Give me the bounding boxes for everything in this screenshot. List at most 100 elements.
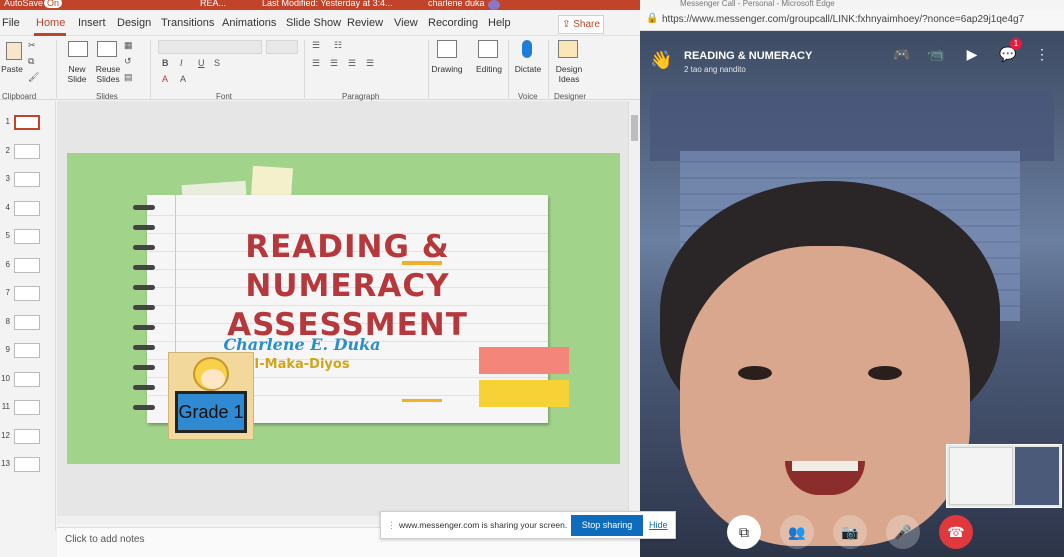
font-color-button[interactable]: A	[162, 74, 168, 84]
end-call-button[interactable]: ☎	[939, 515, 973, 549]
drawing-icon[interactable]	[437, 40, 457, 58]
slide-number: 2	[5, 145, 10, 155]
section-icon[interactable]: ▤	[124, 72, 133, 83]
edge-window-title: Messenger Call - Personal - Microsoft Ed…	[680, 0, 835, 8]
lock-icon[interactable]: 🔒	[646, 13, 658, 24]
slide-thumbnail[interactable]	[14, 115, 40, 130]
camera-icon[interactable]: 📹	[926, 44, 946, 64]
scroll-thumb[interactable]	[631, 115, 638, 141]
justify-button[interactable]: ☰	[366, 58, 374, 69]
stop-screen-share-icon[interactable]: ⧉	[727, 515, 761, 549]
share-notice-text: www.messenger.com is sharing your screen…	[399, 520, 568, 530]
reset-icon[interactable]: ↺	[124, 56, 132, 67]
tab-help[interactable]: Help	[488, 17, 511, 29]
reuse-slides-button[interactable]: Reuse Slides	[92, 64, 124, 84]
self-view-preview[interactable]	[946, 444, 1062, 508]
highlight-button[interactable]: A	[180, 74, 186, 84]
copy-icon[interactable]: ⧉	[28, 56, 34, 67]
slide-number: 4	[5, 202, 10, 212]
font-size-select[interactable]	[266, 40, 298, 54]
tab-file[interactable]: File	[2, 17, 20, 29]
slide-thumbnail[interactable]	[14, 286, 40, 301]
format-painter-icon[interactable]: 🖌	[28, 72, 39, 83]
slide-number: 9	[5, 345, 10, 354]
slide-canvas[interactable]: READING & NUMERACY ASSESSMENT Charlene E…	[67, 153, 620, 464]
tab-animations[interactable]: Animations	[222, 17, 276, 29]
hide-link[interactable]: Hide	[649, 520, 668, 530]
slide-thumbnail[interactable]	[14, 172, 40, 187]
watch-together-icon[interactable]: ▶	[962, 44, 982, 64]
tab-view[interactable]: View	[394, 17, 418, 29]
call-title: READING & NUMERACY	[684, 50, 813, 62]
autosave-label: AutoSave	[4, 0, 44, 8]
gamepad-icon[interactable]: 🎮	[892, 44, 912, 64]
microphone-icon[interactable]	[522, 40, 532, 58]
slide-thumbnail[interactable]	[14, 343, 40, 358]
tab-home[interactable]: Home	[36, 17, 65, 29]
design-ideas-icon[interactable]	[558, 40, 578, 58]
video-off-icon[interactable]: 📷	[833, 515, 867, 549]
ppt-titlebar: AutoSave On REA... Last Modified: Yester…	[0, 0, 640, 10]
reuse-slides-icon[interactable]	[97, 41, 117, 57]
group-clipboard: Clipboard	[2, 92, 37, 101]
slide-number: 7	[5, 288, 10, 297]
document-name: REA...	[200, 0, 227, 8]
design-ideas-button[interactable]: Design Ideas	[552, 64, 586, 84]
tab-insert[interactable]: Insert	[78, 17, 106, 29]
new-slide-icon[interactable]	[68, 41, 88, 57]
numbering-button[interactable]: ☷	[334, 40, 342, 51]
slide-number: 6	[5, 259, 10, 269]
cut-icon[interactable]: ✂	[28, 40, 36, 51]
editing-button[interactable]: Editing	[472, 64, 506, 74]
share-label: Share	[573, 19, 600, 30]
slide-number: 11	[1, 402, 10, 411]
slide-thumbnail[interactable]	[14, 371, 40, 387]
editing-icon[interactable]	[478, 40, 498, 58]
paste-icon[interactable]	[6, 42, 22, 60]
participant-count: 2 tao ang nandito	[684, 65, 746, 74]
stop-sharing-button[interactable]: Stop sharing	[571, 515, 643, 536]
slide-number: 5	[5, 231, 10, 240]
slide-thumbnail[interactable]	[14, 143, 40, 159]
subtitle-accent-bar	[402, 399, 442, 402]
new-slide-button[interactable]: New Slide	[62, 64, 92, 84]
share-button[interactable]: ⇪ Share	[558, 15, 604, 34]
autosave-toggle[interactable]: On	[44, 0, 63, 8]
drag-handle-icon[interactable]: ⋮	[387, 520, 396, 531]
align-left-button[interactable]: ☰	[312, 58, 320, 69]
participants-icon[interactable]: 👥	[780, 515, 814, 549]
slide-thumbnail[interactable]	[14, 229, 40, 244]
underline-button[interactable]: U	[198, 58, 205, 68]
slide-thumbnail[interactable]	[14, 200, 40, 216]
slide-title-line-1: READING &	[245, 229, 450, 265]
drawing-button[interactable]: Drawing	[430, 64, 464, 74]
slide-thumbnail[interactable]	[14, 314, 40, 330]
strikethrough-button[interactable]: S	[214, 58, 220, 68]
italic-button[interactable]: I	[180, 58, 183, 68]
tab-review[interactable]: Review	[347, 17, 383, 29]
slide-number: 12	[1, 430, 10, 440]
avatar[interactable]	[488, 0, 500, 10]
tab-design[interactable]: Design	[117, 17, 151, 29]
microphone-toggle-icon[interactable]: 🎤	[886, 515, 920, 549]
font-name-select[interactable]	[158, 40, 262, 54]
bullets-button[interactable]: ☰	[312, 40, 320, 51]
more-options-icon[interactable]: ⋮	[1032, 44, 1052, 64]
slide-thumbnail[interactable]	[14, 257, 40, 273]
layout-icon[interactable]: ▦	[124, 40, 133, 51]
slide-thumbnail[interactable]	[14, 400, 40, 415]
paste-button[interactable]: Paste	[0, 64, 24, 74]
url-text[interactable]: https://www.messenger.com/groupcall/LINK…	[662, 14, 1024, 25]
tab-slide-show[interactable]: Slide Show	[286, 17, 341, 29]
dictate-button[interactable]: Dictate	[511, 64, 545, 74]
vertical-scrollbar[interactable]	[628, 101, 640, 516]
slide-thumbnail[interactable]	[14, 457, 40, 472]
bold-button[interactable]: B	[162, 58, 169, 68]
align-right-button[interactable]: ☰	[348, 58, 356, 69]
edge-titlebar: Messenger Call - Personal - Microsoft Ed…	[640, 0, 1064, 10]
align-center-button[interactable]: ☰	[330, 58, 338, 69]
slide-thumbnail[interactable]	[14, 428, 40, 444]
tab-recording[interactable]: Recording	[428, 17, 478, 29]
tab-transitions[interactable]: Transitions	[161, 17, 214, 29]
slide-number: 1	[5, 117, 10, 126]
